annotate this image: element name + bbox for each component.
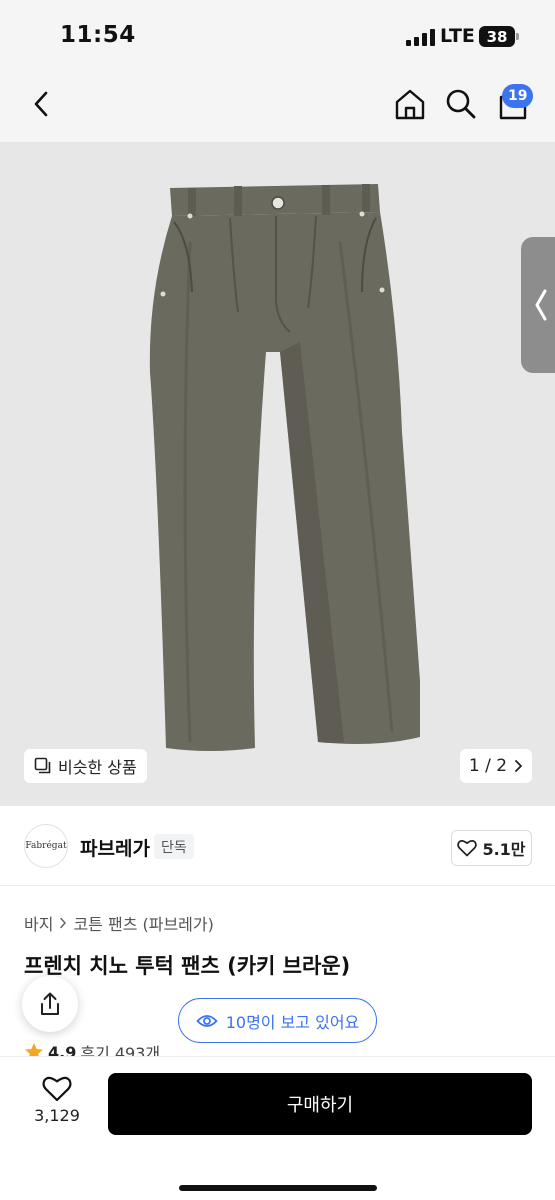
breadcrumb-item[interactable]: 바지 xyxy=(24,911,53,935)
product-detail-page: 11:54 LTE 38 19 비슷한 상품 1 / 2 Fabrégat 파브… xyxy=(0,0,555,1200)
chevron-right-icon xyxy=(60,917,67,929)
home-indicator xyxy=(179,1185,377,1191)
home-button[interactable] xyxy=(390,84,430,124)
live-viewers-pill: 10명이 보고 있어요 xyxy=(178,998,377,1043)
product-title: 프렌치 치노 투턱 팬츠 (카키 브라운) xyxy=(24,954,351,978)
signal-icon xyxy=(406,28,435,46)
network-type: LTE xyxy=(440,25,475,47)
heart-icon xyxy=(42,1076,72,1102)
status-time: 11:54 xyxy=(60,22,136,48)
search-button[interactable] xyxy=(442,84,480,124)
brand-row: Fabrégat 파브레가 단독 5.1만 xyxy=(0,806,555,886)
wishlist-count: 3,129 xyxy=(34,1106,80,1125)
brand-name[interactable]: 파브레가 xyxy=(80,834,150,861)
wishlist-button[interactable]: 3,129 xyxy=(24,1075,90,1135)
brand-like-button[interactable]: 5.1만 xyxy=(451,830,532,866)
battery-icon: 38 xyxy=(479,26,519,47)
brand-logo-text: Fabrégat xyxy=(25,841,67,851)
image-pager[interactable]: 1 / 2 xyxy=(460,749,532,783)
top-navigation xyxy=(0,72,555,142)
bottom-action-bar: 3,129 구매하기 xyxy=(0,1056,555,1200)
search-icon xyxy=(446,89,476,119)
brand-like-count: 5.1만 xyxy=(482,840,526,859)
home-icon xyxy=(395,89,425,120)
product-image xyxy=(149,184,420,751)
heart-icon xyxy=(457,840,478,857)
chevron-right-icon xyxy=(515,760,522,772)
eye-icon xyxy=(196,1014,218,1027)
brand-logo[interactable]: Fabrégat xyxy=(24,824,68,868)
image-page-counter: 1 / 2 xyxy=(468,756,508,776)
buy-button-label: 구매하기 xyxy=(286,1095,354,1116)
chevron-left-icon xyxy=(535,289,547,321)
battery-level: 38 xyxy=(486,27,508,46)
share-icon xyxy=(41,992,59,1015)
breadcrumb-item[interactable]: 코튼 팬츠 (파브레가) xyxy=(73,911,213,935)
share-button[interactable] xyxy=(22,976,78,1032)
back-button[interactable] xyxy=(24,86,58,122)
similar-products-button[interactable]: 비슷한 상품 xyxy=(24,749,147,783)
cart-count-badge: 19 xyxy=(502,84,534,108)
similar-products-label: 비슷한 상품 xyxy=(58,758,137,777)
side-panel-tab[interactable] xyxy=(521,237,555,373)
product-image-gallery[interactable]: 비슷한 상품 1 / 2 xyxy=(0,142,555,806)
chevron-left-icon xyxy=(34,91,48,117)
breadcrumb: 바지 코튼 팬츠 (파브레가) xyxy=(24,911,214,935)
live-viewers-text: 10명이 보고 있어요 xyxy=(225,1012,360,1032)
buy-button[interactable]: 구매하기 xyxy=(108,1073,532,1135)
exclusive-badge: 단독 xyxy=(154,834,194,859)
similar-items-icon xyxy=(34,757,51,774)
status-bar: 11:54 LTE 38 xyxy=(0,0,555,72)
